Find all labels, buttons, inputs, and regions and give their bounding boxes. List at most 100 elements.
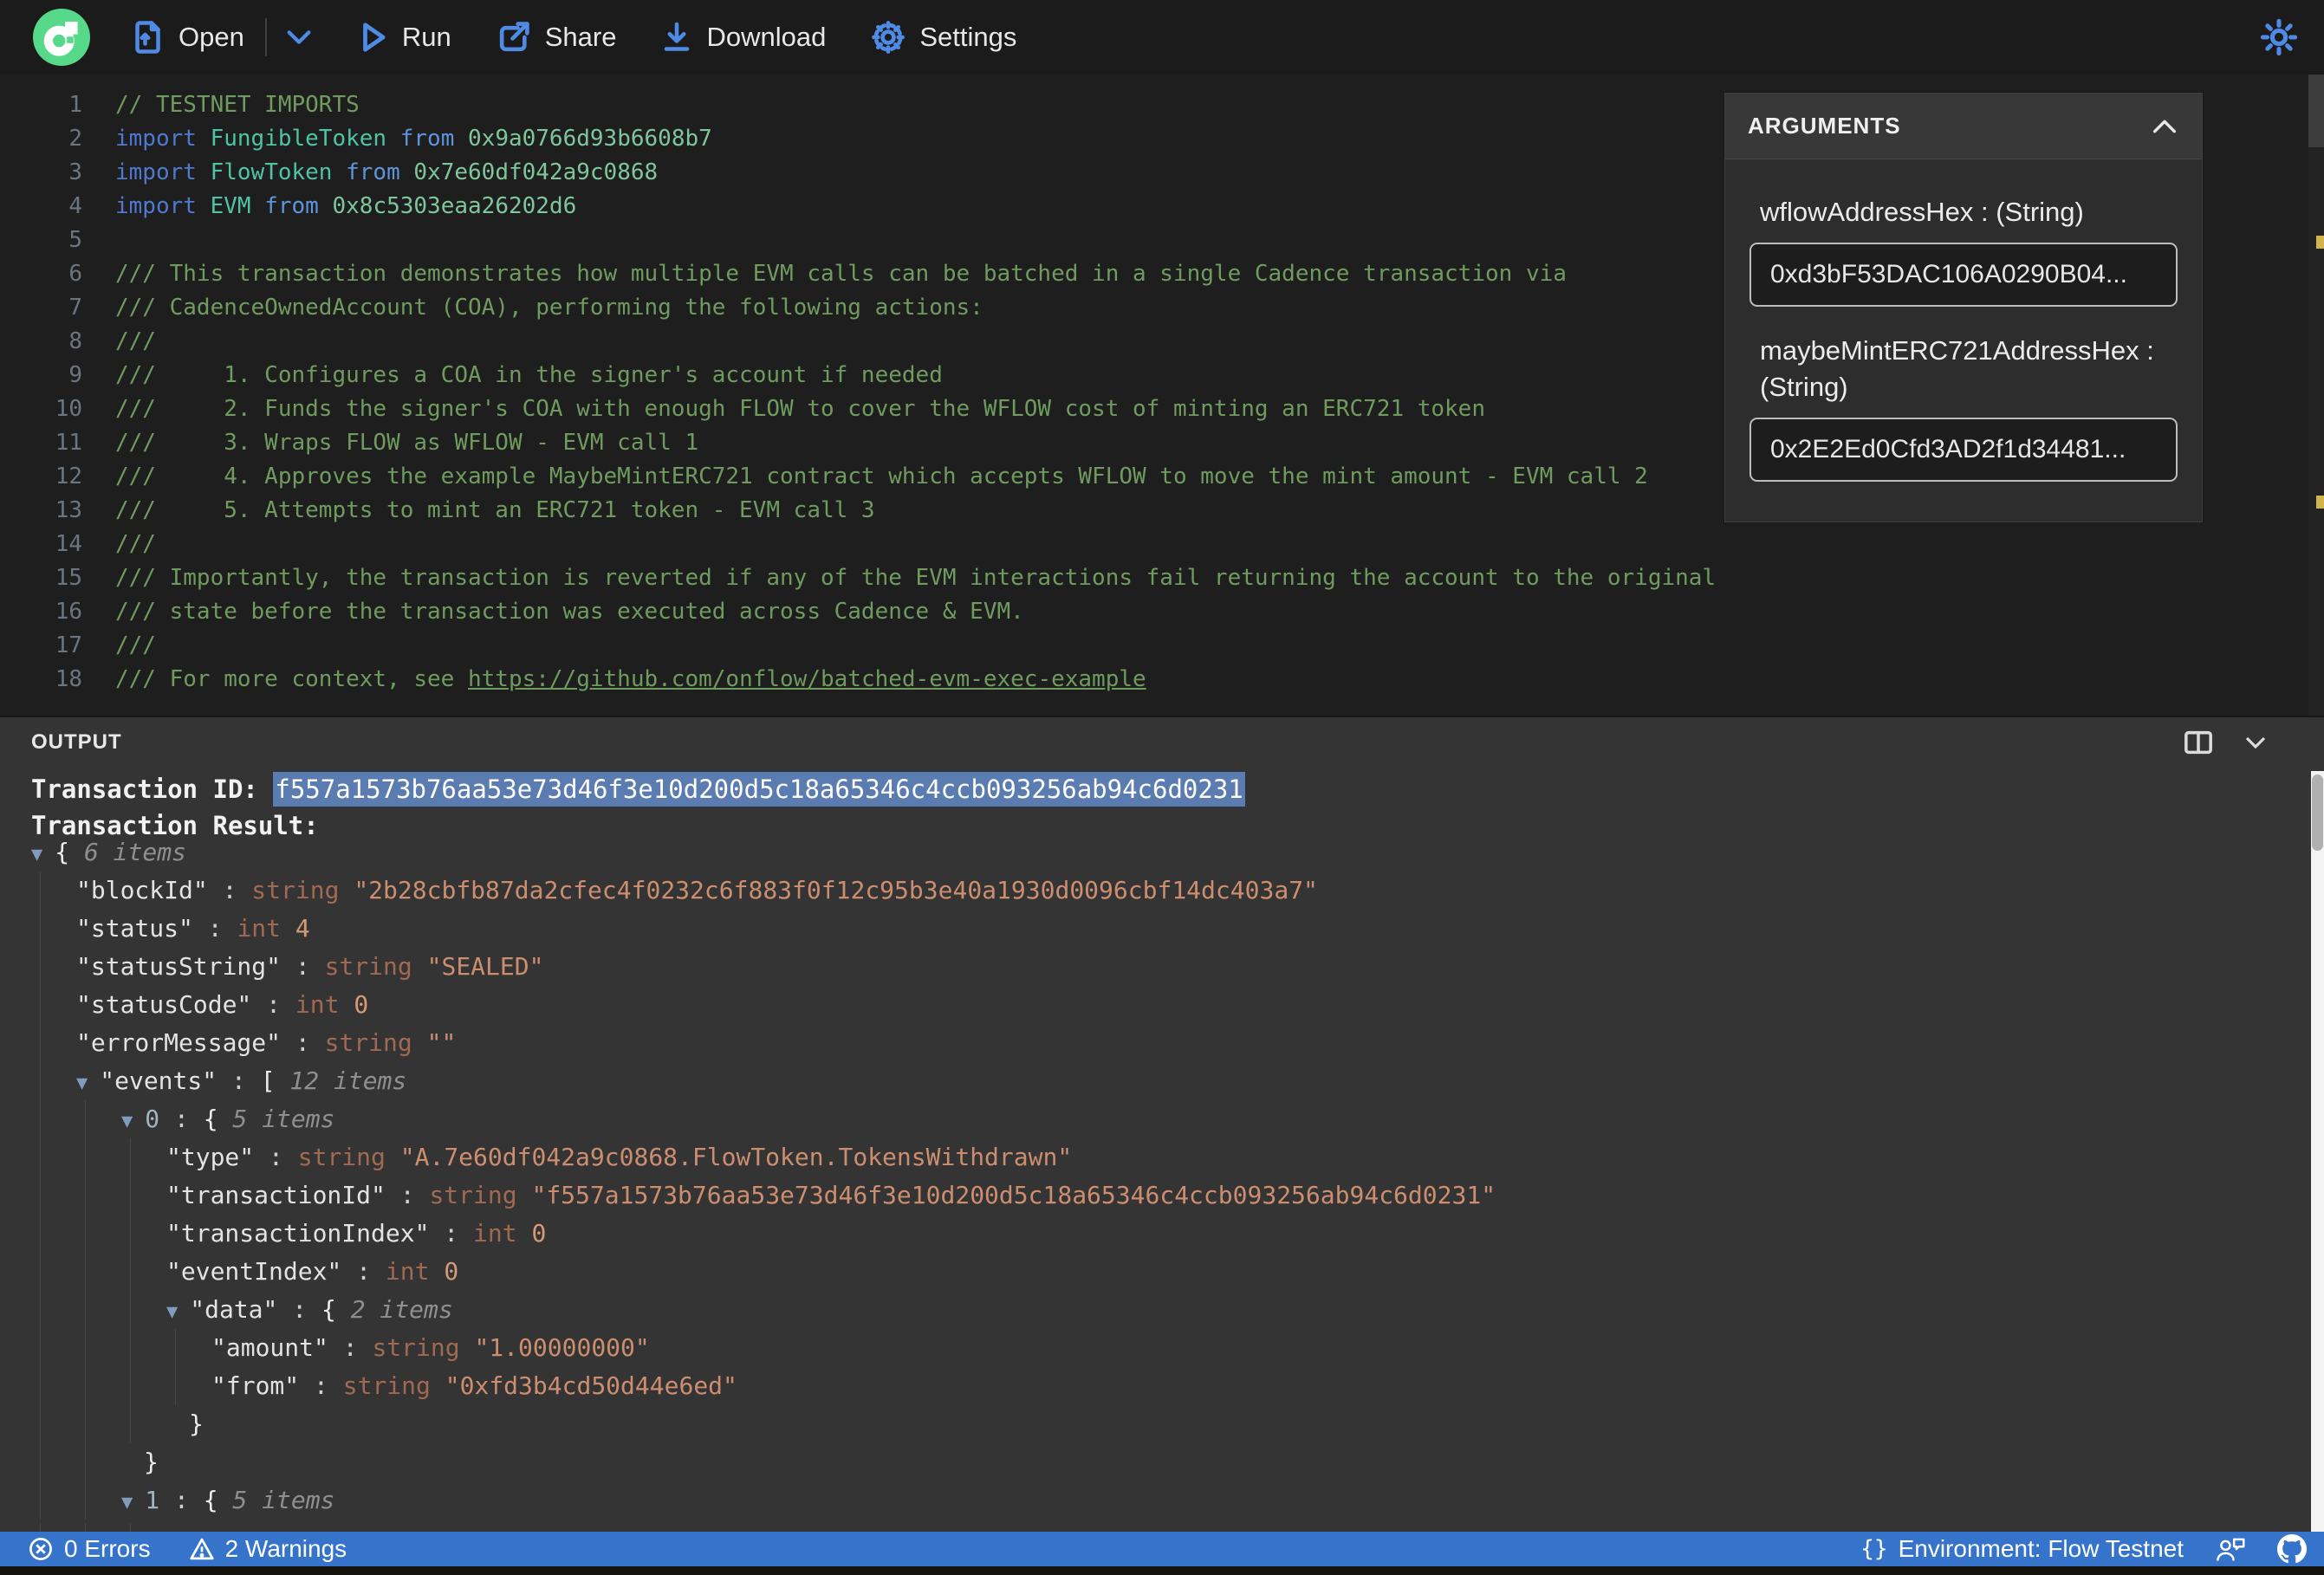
- code-token: 0x7e60df042a9c0868: [413, 159, 659, 185]
- json-row: ▼ "data" : { 2 items: [0, 1291, 2288, 1329]
- collapse-arrow[interactable]: ▼: [76, 1073, 88, 1094]
- indent-guide: [85, 1291, 86, 1329]
- indent-guide: [40, 910, 41, 948]
- json-row: "status" : int 4: [0, 910, 2288, 948]
- indent-guide: [40, 1138, 41, 1176]
- error-circle-icon: [29, 1538, 52, 1560]
- json-token: "blockId": [76, 876, 208, 904]
- chevron-down-icon: [287, 30, 311, 44]
- transaction-id-value: f557a1573b76aa53e73d46f3e10d200d5c18a653…: [273, 772, 1245, 807]
- indent-guide: [85, 1100, 86, 1138]
- line-number: 7: [68, 295, 82, 321]
- json-tree: ▼ { 6 items "blockId" : string "2b28cbfb87…: [0, 833, 2288, 1520]
- warnings-indicator[interactable]: 2 Warnings: [189, 1535, 347, 1563]
- split-panel-icon[interactable]: [2184, 729, 2213, 755]
- code-link[interactable]: https://github.com/onflow/batched-evm-ex…: [468, 666, 1146, 692]
- warnings-count: 2 Warnings: [224, 1535, 347, 1562]
- open-button[interactable]: Open: [133, 20, 244, 55]
- chevron-up-icon[interactable]: [2150, 118, 2179, 135]
- collapse-arrow[interactable]: ▼: [166, 1301, 178, 1323]
- line-number: 9: [68, 362, 82, 388]
- json-token: 6 items: [83, 838, 186, 866]
- open-dropdown-button[interactable]: [284, 28, 314, 47]
- json-token: "status": [76, 914, 193, 943]
- window-bottom-edge: [0, 1566, 2324, 1575]
- json-token: :: [281, 1028, 325, 1057]
- indent-guide: [40, 986, 41, 1024]
- line-number: 12: [55, 463, 82, 489]
- errors-indicator[interactable]: 0 Errors: [28, 1535, 151, 1563]
- indent-guide: [40, 1253, 41, 1291]
- line-number: 11: [55, 430, 82, 456]
- json-token: {: [203, 1486, 233, 1514]
- collapse-arrow[interactable]: ▼: [121, 1111, 133, 1132]
- transaction-id-row: Transaction ID: f557a1573b76aa53e73d46f3…: [31, 772, 1245, 807]
- output-header: OUTPUT: [0, 717, 2324, 768]
- indent-guide: [175, 1367, 176, 1405]
- warning-marker: [2316, 496, 2324, 509]
- indent-guide: [40, 1405, 41, 1443]
- indent-guide: [175, 1329, 176, 1367]
- json-token: 12 items: [289, 1066, 407, 1095]
- code-token: /// state before the transaction was exe…: [115, 599, 1024, 625]
- editor-scrollbar[interactable]: [2308, 75, 2324, 716]
- output-scrollbar-thumb[interactable]: [2312, 775, 2323, 851]
- download-button[interactable]: Download: [661, 20, 826, 55]
- line-number: 14: [55, 531, 82, 557]
- line-number: 4: [68, 193, 82, 219]
- line-number: 10: [55, 396, 82, 422]
- theme-toggle-button[interactable]: [2260, 18, 2298, 56]
- run-button[interactable]: Run: [359, 21, 451, 54]
- code-token: import: [115, 126, 211, 152]
- environment-indicator[interactable]: {} Environment: Flow Testnet: [1860, 1535, 2184, 1563]
- code-token: from: [346, 159, 414, 185]
- code-token: ///: [115, 328, 156, 354]
- indent-guide: [40, 1176, 41, 1215]
- download-label: Download: [706, 22, 827, 52]
- argument-input-maybeMintERC721AddressHex[interactable]: [1749, 417, 2178, 482]
- code-token: from: [264, 193, 333, 219]
- argument-input-wflowAddressHex[interactable]: [1749, 242, 2178, 307]
- code-token: /// 3. Wraps FLOW as WFLOW - EVM call 1: [115, 430, 699, 456]
- line-number: 3: [68, 159, 82, 185]
- collapse-arrow[interactable]: ▼: [121, 1492, 133, 1513]
- json-token: {: [203, 1105, 233, 1133]
- code-token: /// This transaction demonstrates how mu…: [115, 261, 1567, 287]
- code-token: FlowToken: [210, 159, 347, 185]
- indent-guide: [85, 1215, 86, 1253]
- json-token: string: [251, 876, 354, 904]
- json-token: [: [260, 1066, 290, 1095]
- feedback-person-icon[interactable]: [2215, 1535, 2246, 1563]
- json-token: "data": [190, 1295, 278, 1324]
- output-scrollbar[interactable]: [2311, 771, 2324, 1533]
- settings-button[interactable]: Settings: [871, 20, 1016, 55]
- json-token: int: [385, 1257, 445, 1286]
- indent-guide: [40, 1062, 41, 1100]
- indent-guide: [40, 1215, 41, 1253]
- line-number: 5: [68, 227, 82, 253]
- json-token: string: [342, 1371, 445, 1400]
- json-token: "statusCode": [76, 990, 252, 1019]
- collapse-arrow[interactable]: ▼: [31, 844, 42, 865]
- github-icon[interactable]: [2277, 1534, 2307, 1564]
- arguments-header[interactable]: ARGUMENTS: [1725, 94, 2202, 159]
- indent-guide: [40, 1024, 41, 1062]
- argument-label: wflowAddressHex : (String): [1760, 197, 2084, 227]
- json-token: "A.7e60df042a9c0868.FlowToken.TokensWith…: [399, 1143, 1073, 1171]
- json-token: }: [189, 1410, 204, 1438]
- indent-guide: [40, 1481, 41, 1520]
- line-number: 17: [55, 632, 82, 658]
- line-number: 8: [68, 328, 82, 354]
- json-token: string: [429, 1181, 532, 1209]
- json-token: :: [385, 1181, 430, 1209]
- run-label: Run: [401, 22, 451, 52]
- collapse-output-chevron-icon[interactable]: [2243, 734, 2269, 751]
- code-token: 0x9a0766d93b6608b7: [468, 126, 712, 152]
- share-button[interactable]: Share: [497, 20, 616, 55]
- indent-guide: [85, 1443, 86, 1481]
- json-row: "transactionIndex" : int 0: [0, 1215, 2288, 1253]
- code-token: /// For more context, see: [115, 666, 468, 692]
- output-title: OUTPUT: [31, 730, 122, 754]
- editor-scrollbar-thumb[interactable]: [2308, 75, 2324, 147]
- json-row: "from" : string "0xfd3b4cd50d44e6ed": [0, 1367, 2288, 1405]
